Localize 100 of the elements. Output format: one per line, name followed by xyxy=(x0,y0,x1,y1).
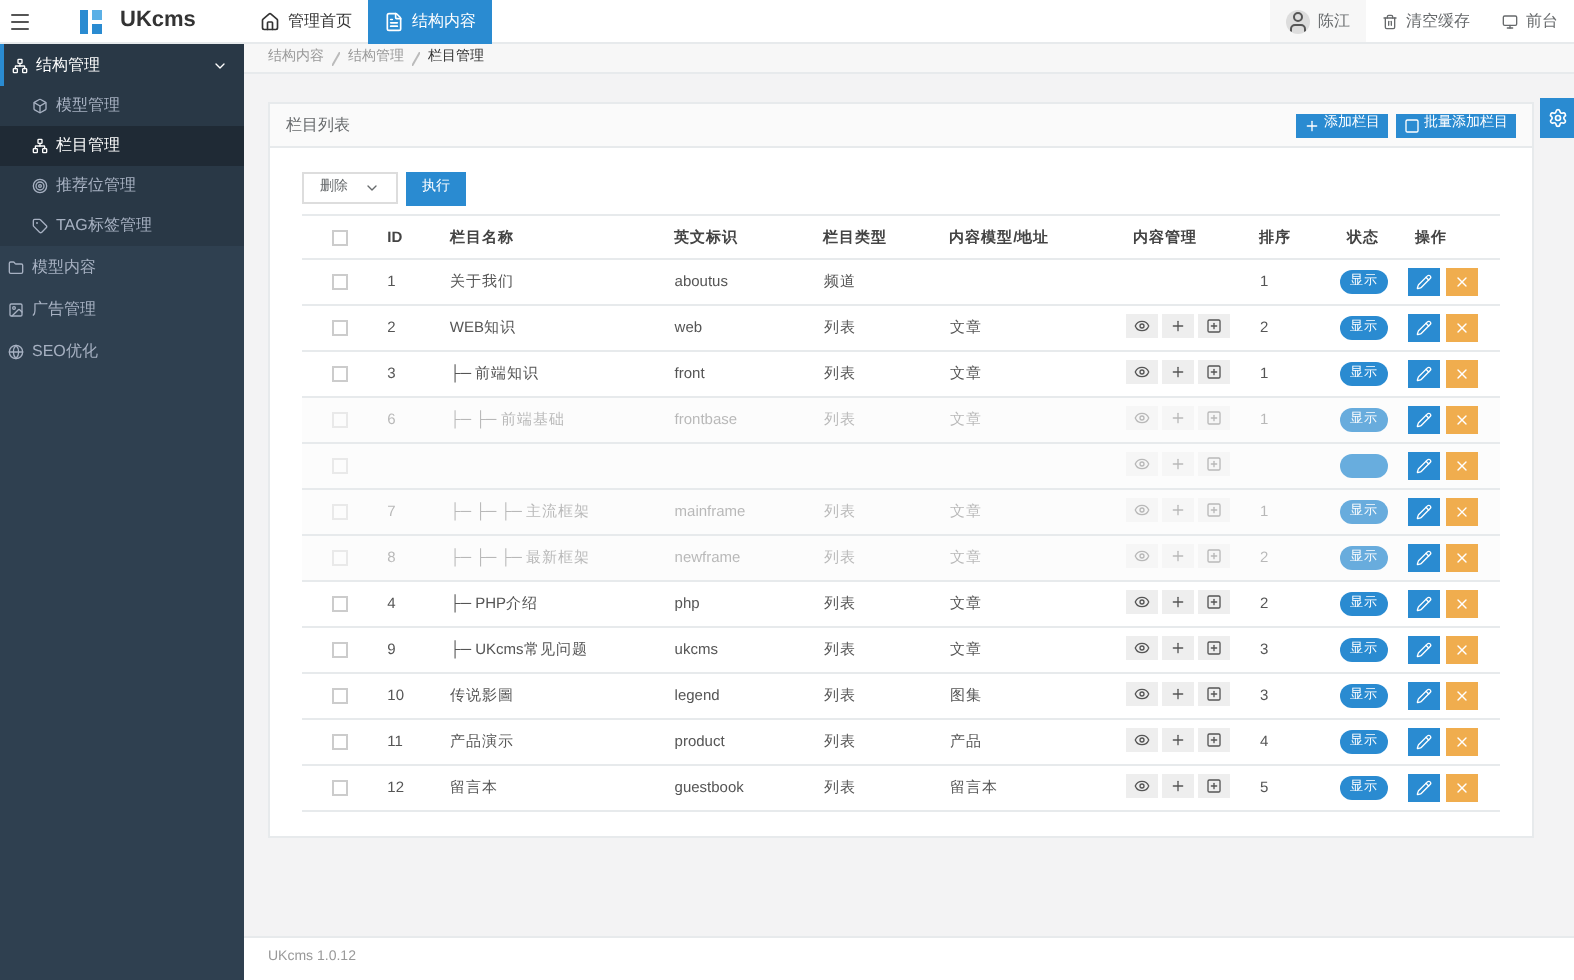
logo-icon xyxy=(80,9,104,33)
delete-button[interactable] xyxy=(1445,728,1478,756)
manage-button[interactable] xyxy=(1198,774,1231,798)
view-button[interactable] xyxy=(1126,360,1159,384)
manage-button[interactable] xyxy=(1198,360,1231,384)
edit-button[interactable] xyxy=(1407,268,1440,296)
row-checkbox[interactable] xyxy=(332,320,349,336)
cube-icon xyxy=(32,98,48,114)
add-button[interactable] xyxy=(1162,360,1195,384)
delete-button[interactable] xyxy=(1445,360,1478,388)
folder-icon xyxy=(8,259,24,275)
eye-icon xyxy=(1134,548,1151,564)
manage-button[interactable] xyxy=(1198,728,1231,752)
sidebar-subitem[interactable]: TAG标签管理 xyxy=(0,206,244,246)
eye-icon xyxy=(1134,456,1151,472)
manage-button[interactable] xyxy=(1198,590,1231,614)
row-checkbox[interactable] xyxy=(332,734,349,750)
logo-text: UKcms xyxy=(120,6,196,37)
separator-icon xyxy=(412,51,420,65)
user-name[interactable]: 陈江 xyxy=(1318,9,1350,33)
close-icon xyxy=(1453,734,1470,750)
close-icon xyxy=(1453,366,1470,382)
pencil-icon xyxy=(1415,320,1432,336)
square-icon xyxy=(1206,732,1223,748)
edit-button[interactable] xyxy=(1407,590,1440,618)
sidebar-subitem[interactable]: 模型管理 xyxy=(0,86,244,126)
edit-button[interactable] xyxy=(1407,682,1440,710)
row-checkbox[interactable] xyxy=(332,780,349,796)
square-icon xyxy=(1206,686,1223,702)
trash-icon xyxy=(1382,13,1398,29)
eye-icon xyxy=(1134,410,1151,426)
view-button[interactable] xyxy=(1126,636,1159,660)
delete-button[interactable] xyxy=(1445,268,1478,296)
pencil-icon xyxy=(1415,274,1432,290)
plus-icon xyxy=(1170,456,1187,472)
row-checkbox[interactable] xyxy=(332,596,349,612)
add-button[interactable] xyxy=(1162,314,1195,338)
eye-icon xyxy=(1134,640,1151,656)
nav-tab[interactable]: 结构内容 xyxy=(368,0,492,44)
delete-button[interactable] xyxy=(1445,774,1478,802)
edit-button[interactable] xyxy=(1407,314,1440,342)
square-icon xyxy=(1206,456,1223,472)
row-checkbox[interactable] xyxy=(332,688,349,704)
close-icon xyxy=(1453,458,1470,474)
delete-button[interactable] xyxy=(1445,682,1478,710)
sidebar-item[interactable]: 模型内容 xyxy=(0,246,244,288)
view-button[interactable] xyxy=(1126,728,1159,752)
edit-button[interactable] xyxy=(1407,728,1440,756)
plus-icon xyxy=(1170,594,1187,610)
plus-icon xyxy=(1170,548,1187,564)
sidebar-item[interactable]: 结构管理 xyxy=(0,44,244,86)
image-icon xyxy=(8,301,24,317)
sidebar-item[interactable]: SEO优化 xyxy=(0,330,244,372)
delete-button[interactable] xyxy=(1445,636,1478,664)
document-icon xyxy=(384,12,404,32)
sitemap-icon xyxy=(32,138,48,154)
header-link[interactable]: 前台 xyxy=(1486,0,1574,42)
row-checkbox[interactable] xyxy=(332,366,349,382)
manage-button[interactable] xyxy=(1198,314,1231,338)
plus-icon xyxy=(1170,502,1187,518)
close-icon xyxy=(1453,320,1470,336)
menu-icon[interactable] xyxy=(8,9,32,33)
delete-button[interactable] xyxy=(1445,314,1478,342)
manage-button[interactable] xyxy=(1198,636,1231,660)
settings-icon xyxy=(1547,108,1567,128)
plus-icon xyxy=(1170,364,1187,380)
sidebar-item[interactable]: 广告管理 xyxy=(0,288,244,330)
view-button[interactable] xyxy=(1126,682,1159,706)
home-icon xyxy=(260,12,280,32)
pencil-icon xyxy=(1415,642,1432,658)
settings-button[interactable] xyxy=(1540,98,1574,138)
nav-tab[interactable]: 管理首页 xyxy=(244,0,368,44)
square-icon xyxy=(1404,117,1420,133)
pencil-icon xyxy=(1415,366,1432,382)
pencil-icon xyxy=(1415,780,1432,796)
add-button[interactable] xyxy=(1162,728,1195,752)
edit-button[interactable] xyxy=(1407,774,1440,802)
square-icon xyxy=(1206,778,1223,794)
plus-icon xyxy=(1304,117,1320,133)
row-checkbox[interactable] xyxy=(332,274,349,290)
pencil-icon xyxy=(1415,550,1432,566)
delete-button[interactable] xyxy=(1445,590,1478,618)
edit-button[interactable] xyxy=(1407,636,1440,664)
header-link[interactable]: 清空缓存 xyxy=(1366,0,1486,42)
edit-button[interactable] xyxy=(1407,360,1440,388)
select-all-checkbox[interactable] xyxy=(332,229,349,245)
close-icon xyxy=(1453,412,1470,428)
sidebar-subitem[interactable]: 栏目管理 xyxy=(0,126,244,166)
manage-button[interactable] xyxy=(1198,682,1231,706)
view-button[interactable] xyxy=(1126,774,1159,798)
add-button[interactable] xyxy=(1162,590,1195,614)
close-icon xyxy=(1453,550,1470,566)
add-button[interactable] xyxy=(1162,682,1195,706)
view-button[interactable] xyxy=(1126,314,1159,338)
row-checkbox[interactable] xyxy=(332,642,349,658)
sidebar-subitem[interactable]: 推荐位管理 xyxy=(0,166,244,206)
eye-icon xyxy=(1134,686,1151,702)
view-button[interactable] xyxy=(1126,590,1159,614)
add-button[interactable] xyxy=(1162,636,1195,660)
add-button[interactable] xyxy=(1162,774,1195,798)
